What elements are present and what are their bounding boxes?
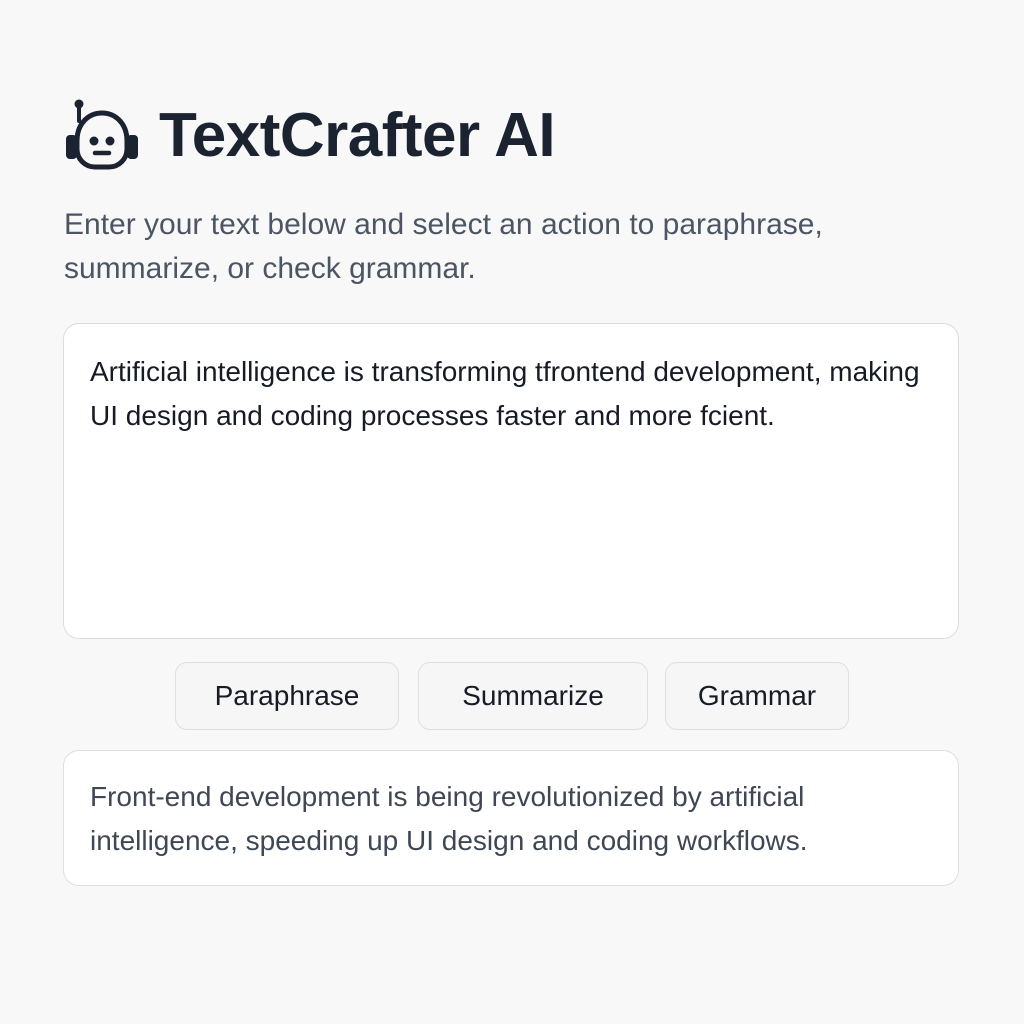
app-title: TextCrafter AI bbox=[159, 101, 556, 170]
paraphrase-button[interactable]: Paraphrase bbox=[175, 662, 399, 730]
summarize-button[interactable]: Summarize bbox=[418, 662, 648, 730]
app-container: TextCrafter AI Enter your text below and… bbox=[0, 0, 1024, 1024]
instructions-text: Enter your text below and select an acti… bbox=[64, 208, 823, 285]
result-output: Front-end development is being revolutio… bbox=[63, 750, 959, 886]
grammar-button[interactable]: Grammar bbox=[665, 662, 849, 730]
text-input[interactable]: Artificial intelligence is transforming … bbox=[63, 323, 959, 639]
header: TextCrafter AI bbox=[63, 96, 556, 176]
robot-headset-icon bbox=[66, 99, 138, 170]
action-buttons: Paraphrase Summarize Grammar bbox=[0, 662, 1024, 732]
